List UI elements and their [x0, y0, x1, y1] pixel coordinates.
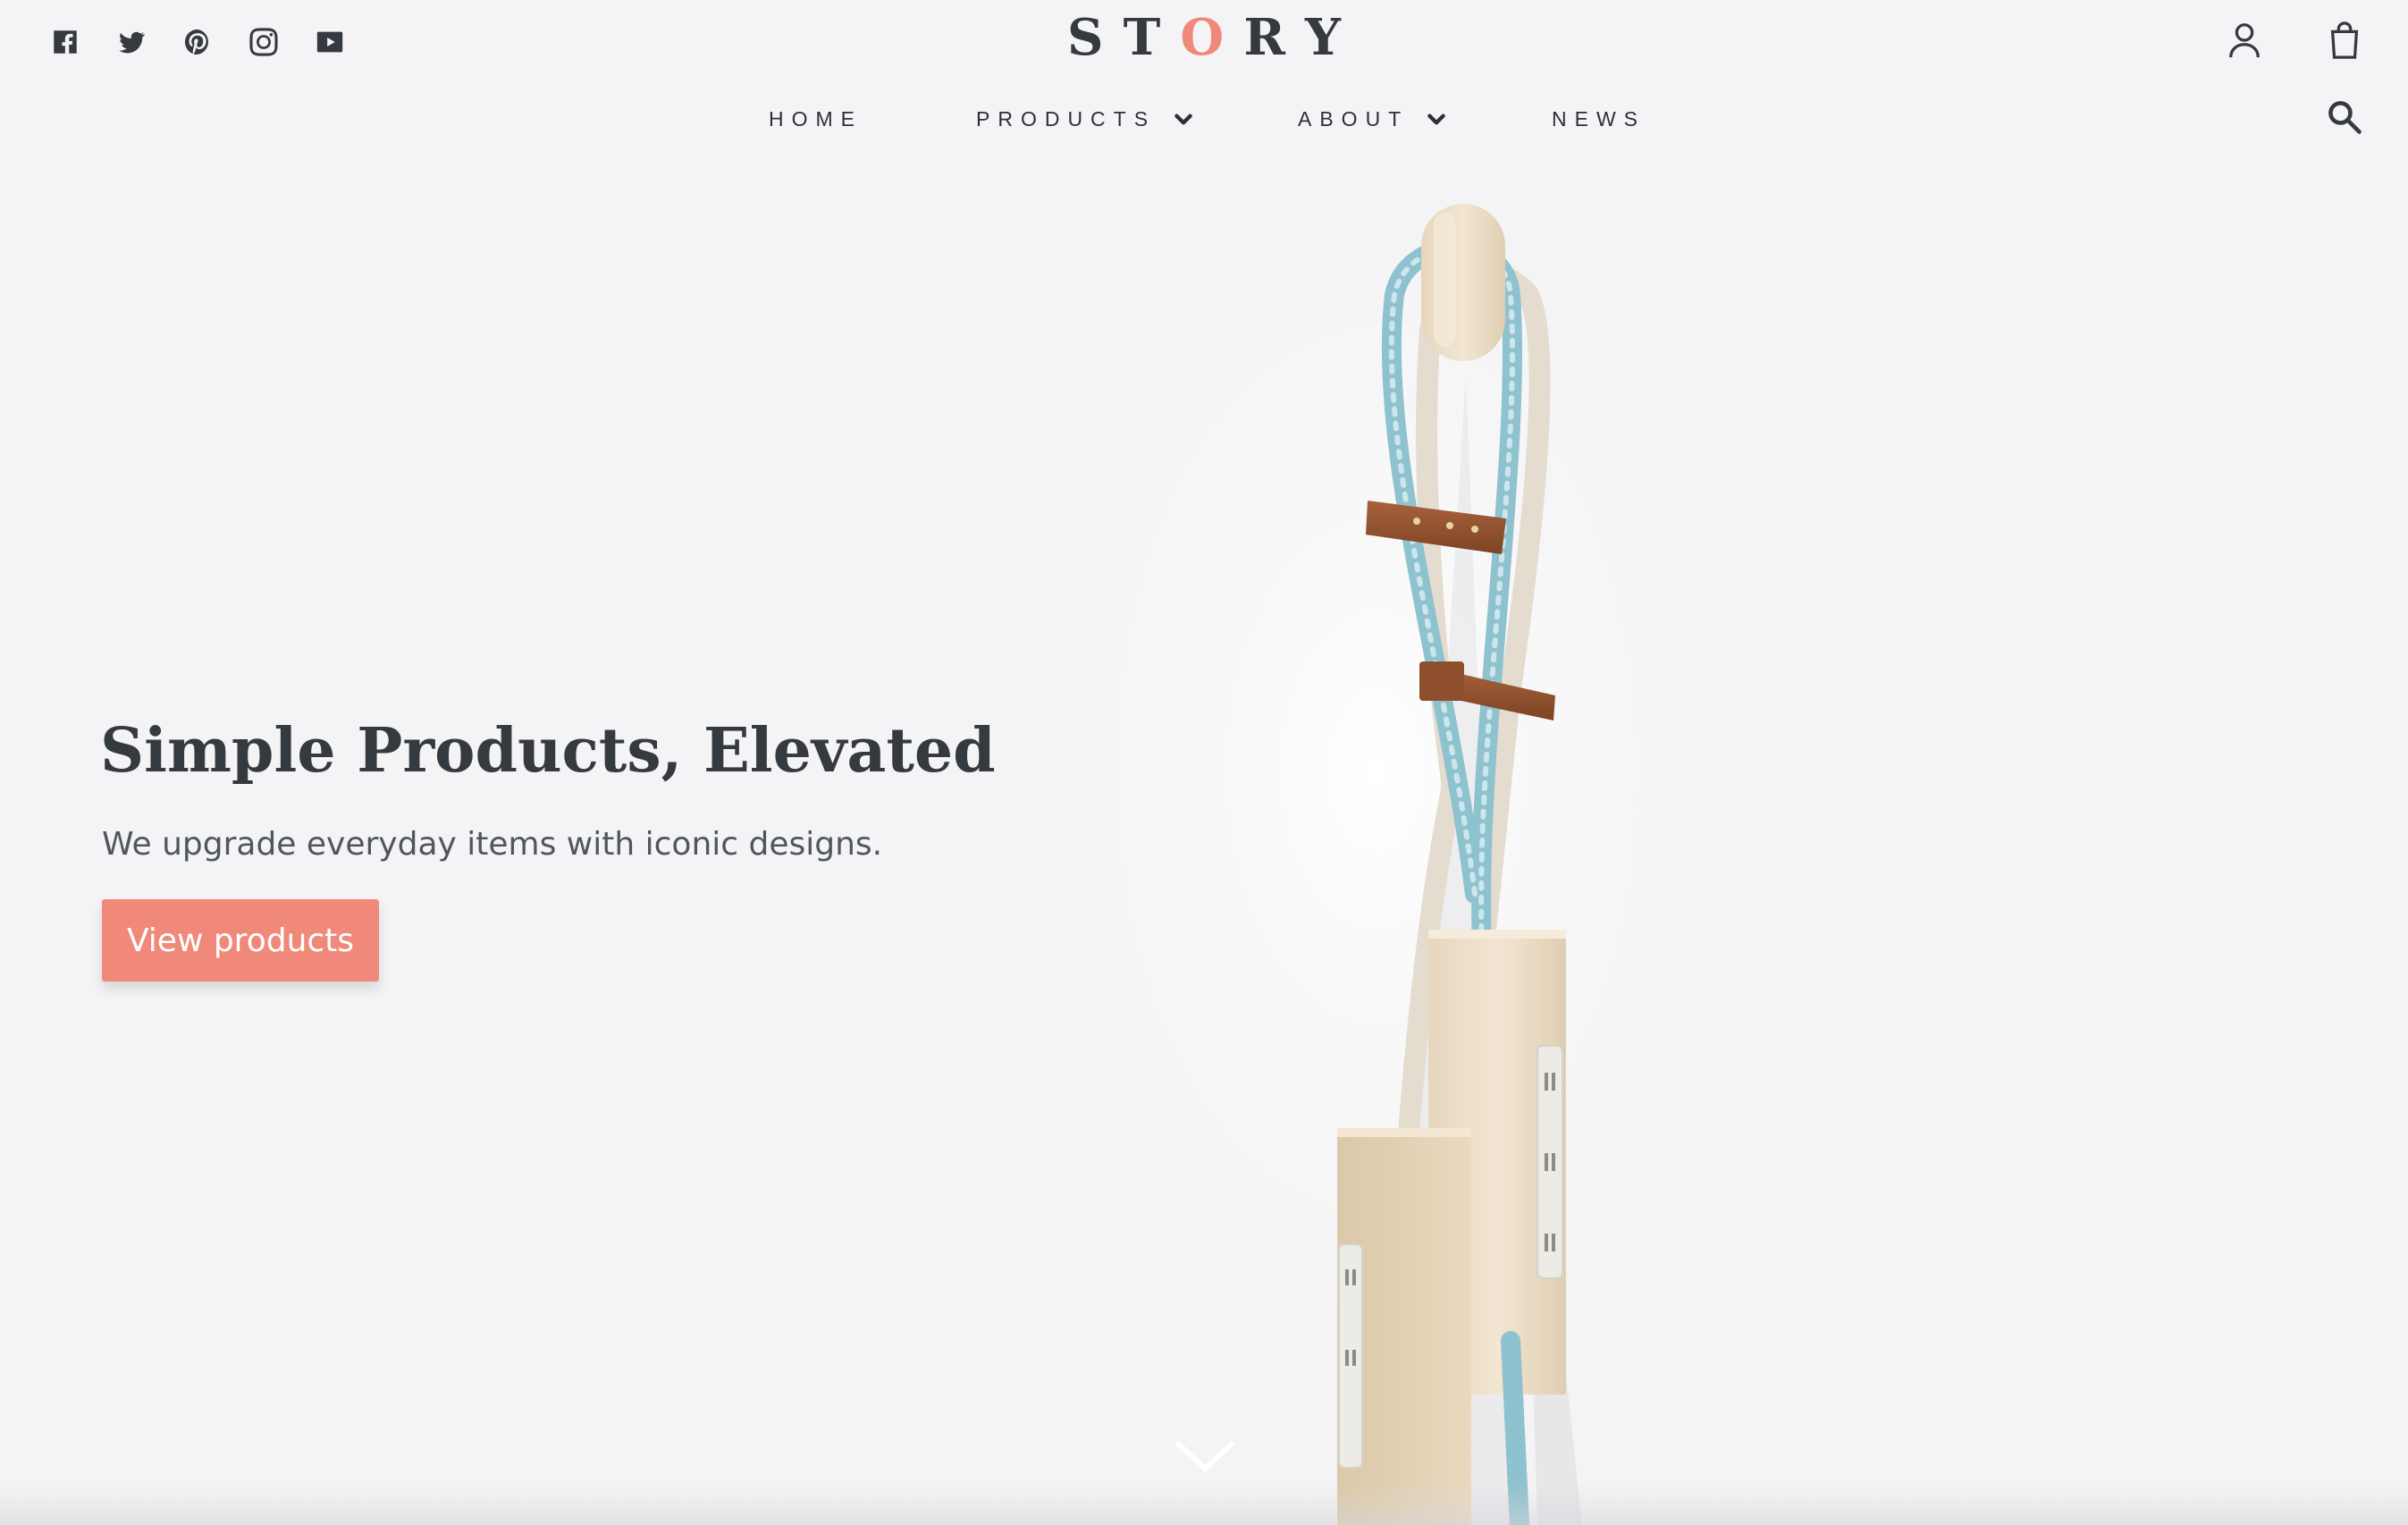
nav-item-news[interactable]: NEWS [1552, 107, 1646, 131]
user-icon[interactable] [2220, 16, 2269, 64]
main-navigation: HOME PRODUCTS ABOUT NEWS [0, 107, 2408, 143]
logo-letter: Y [1305, 8, 1341, 67]
twitter-icon[interactable] [113, 23, 150, 61]
nav-label: PRODUCTS [976, 107, 1157, 131]
header-actions [2220, 16, 2369, 64]
chevron-down-icon [1427, 113, 1445, 124]
logo-letter: S [1067, 8, 1104, 67]
logo-letter: T [1123, 8, 1161, 67]
instagram-icon[interactable] [245, 23, 282, 61]
view-products-button[interactable]: View products [102, 899, 379, 982]
hero-subtitle: We upgrade everyday items with iconic de… [102, 826, 883, 863]
social-links [46, 23, 349, 61]
chevron-down-icon [1175, 113, 1192, 124]
youtube-icon[interactable] [311, 23, 349, 61]
page: S T O R Y HOME PRODUCTS ABOUT NEWS Simpl… [0, 0, 2408, 1525]
bottom-fade [0, 1484, 2408, 1525]
logo-letter: R [1243, 8, 1285, 67]
nav-item-home[interactable]: HOME [769, 107, 863, 131]
nav-item-products[interactable]: PRODUCTS [976, 107, 1195, 131]
nav-label: ABOUT [1298, 107, 1410, 131]
logo-letter-accent: O [1180, 8, 1225, 67]
store-logo[interactable]: S T O R Y [1067, 4, 1341, 72]
nav-item-about[interactable]: ABOUT [1298, 107, 1448, 131]
hero-title: Simple Products, Elevated [100, 715, 996, 787]
nav-label: HOME [769, 107, 863, 131]
nav-label: NEWS [1552, 107, 1646, 131]
pinterest-icon[interactable] [179, 23, 216, 61]
shopping-bag-icon[interactable] [2320, 16, 2369, 64]
chevron-down-icon[interactable] [1173, 1430, 1237, 1484]
facebook-icon[interactable] [46, 23, 84, 61]
